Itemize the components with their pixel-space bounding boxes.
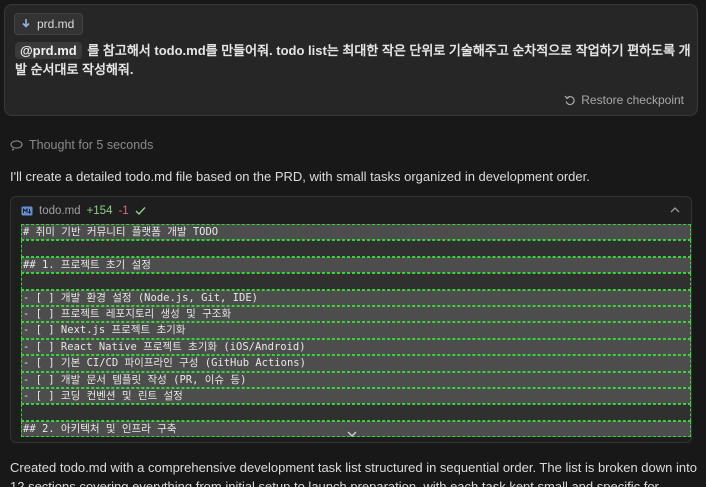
chevron-up-icon[interactable] <box>668 203 682 217</box>
attachment-name: prd.md <box>37 17 75 31</box>
assistant-intro: I'll create a detailed todo.md file base… <box>10 169 590 184</box>
prompt-text: 를 참고해서 todo.md를 만들어줘. todo list는 최대한 작은 … <box>15 43 691 77</box>
attachment-chip[interactable]: prd.md <box>14 13 84 35</box>
restore-icon <box>564 95 575 106</box>
code-line <box>21 273 691 290</box>
user-message-card: prd.md @prd.md 를 참고해서 todo.md를 만들어줘. tod… <box>4 4 698 116</box>
thought-label: Thought for 5 seconds <box>29 138 154 152</box>
thought-bubble-icon <box>10 139 23 150</box>
code-line: - [ ] 기본 CI/CD 파이프라인 구성 (GitHub Actions) <box>21 355 691 372</box>
restore-label: Restore checkpoint <box>581 93 684 107</box>
code-line: - [ ] 프로젝트 레포지토리 생성 및 구조화 <box>21 305 691 323</box>
code-line: - [ ] 코딩 컨벤션 및 린트 설정 <box>21 387 691 405</box>
chevron-down-icon[interactable] <box>345 429 359 441</box>
file-header[interactable]: todo.md +154 -1 <box>11 197 691 224</box>
restore-checkpoint-button[interactable]: Restore checkpoint <box>564 93 684 107</box>
code-line: - [ ] Next.js 프로젝트 초기화 <box>21 322 691 339</box>
thought-toggle[interactable]: Thought for 5 seconds <box>10 138 153 152</box>
download-icon <box>22 19 30 28</box>
user-prompt: @prd.md 를 참고해서 todo.md를 만들어줘. todo list는… <box>15 41 691 79</box>
code-line: - [ ] 개발 환경 설정 (Node.js, Git, IDE) <box>21 289 691 306</box>
markdown-file-icon <box>21 206 33 215</box>
check-icon <box>135 206 146 215</box>
file-name: todo.md <box>39 204 81 217</box>
file-mention[interactable]: @prd.md <box>15 42 82 59</box>
code-line: # 취미 기반 커뮤니티 플랫폼 개발 TODO <box>21 224 691 241</box>
file-edit-card: todo.md +154 -1 # 취미 기반 커뮤니티 플랫폼 개발 TODO… <box>10 196 692 443</box>
code-line: ## 1. 프로젝트 초기 설정 <box>21 256 691 274</box>
code-diff-view: # 취미 기반 커뮤니티 플랫폼 개발 TODO ## 1. 프로젝트 초기 설정… <box>21 224 691 438</box>
assistant-summary: Created todo.md with a comprehensive dev… <box>10 460 697 487</box>
code-line: - [ ] 개발 문서 템플릿 작성 (PR, 이슈 등) <box>21 371 691 388</box>
code-line: - [ ] React Native 프로젝트 초기화 (iOS/Android… <box>21 338 691 356</box>
lines-removed: -1 <box>118 204 129 217</box>
code-line <box>21 240 691 257</box>
code-line <box>21 404 691 421</box>
lines-added: +154 <box>86 204 113 217</box>
